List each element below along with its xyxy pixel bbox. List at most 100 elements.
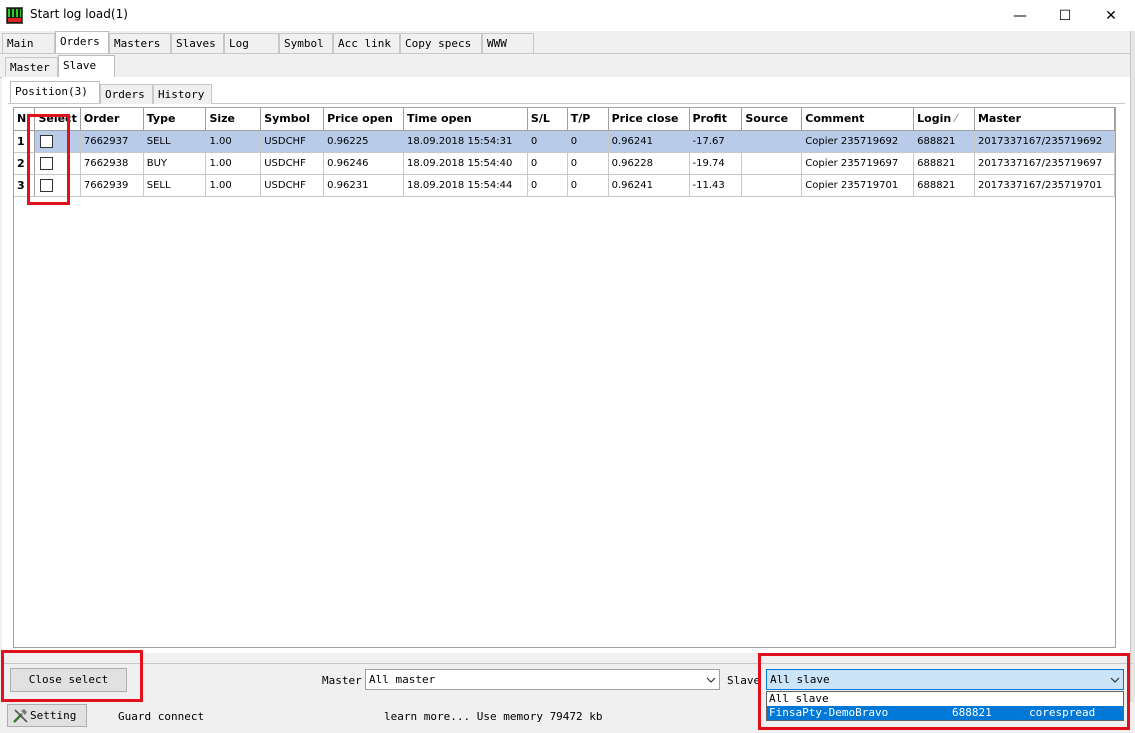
chevron-down-icon: [1106, 670, 1123, 689]
cell-order: 7662939: [80, 174, 144, 197]
guard-status: Guard connect: [118, 710, 205, 723]
col-master[interactable]: Master: [974, 108, 1115, 131]
col-price-close[interactable]: Price close: [608, 108, 690, 131]
tab-log[interactable]: Log: [224, 33, 279, 53]
col-sl[interactable]: S/L: [527, 108, 568, 131]
setting-button[interactable]: Setting: [7, 704, 87, 727]
row-number: 1: [14, 130, 36, 153]
cell-type: SELL: [143, 130, 207, 153]
tab-acc-link[interactable]: Acc link: [333, 33, 400, 53]
table-row[interactable]: 1 7662937 SELL 1.00 USDCHF 0.96225 18.09…: [14, 130, 1115, 153]
cell-profit: -11.43: [689, 174, 743, 197]
cell-login: 688821: [913, 152, 975, 175]
cell-tp: 0: [567, 174, 609, 197]
row-select-checkbox[interactable]: [34, 174, 81, 197]
cell-symbol: USDCHF: [260, 174, 325, 197]
cell-time-open: 18.09.2018 15:54:40: [403, 152, 528, 175]
cell-size: 1.00: [205, 130, 262, 153]
tab-position[interactable]: Position(3): [10, 81, 100, 103]
slave-select[interactable]: All slave: [766, 669, 1124, 690]
row-select-checkbox[interactable]: [34, 152, 81, 175]
tab-symbol[interactable]: Symbol: [279, 33, 333, 53]
tab-inner-orders[interactable]: Orders: [100, 84, 153, 104]
window-edge: [1130, 31, 1135, 733]
slave-label: Slave: [727, 674, 761, 687]
chevron-down-icon: [702, 670, 719, 689]
table-header: N Select Order Type Size Symbol Price op…: [14, 108, 1115, 131]
col-n[interactable]: N: [14, 108, 36, 131]
row-select-checkbox[interactable]: [34, 130, 81, 153]
tab-sub-master[interactable]: Master: [5, 57, 58, 77]
col-order[interactable]: Order: [80, 108, 144, 131]
tab-slaves[interactable]: Slaves: [171, 33, 224, 53]
option-group: corespread: [1029, 706, 1096, 719]
tab-sub-slave[interactable]: Slave: [58, 55, 115, 77]
close-select-button[interactable]: Close select: [10, 668, 127, 692]
col-type[interactable]: Type: [143, 108, 207, 131]
memory-info: learn more... Use memory 79472 kb: [384, 710, 603, 723]
col-select[interactable]: Select: [34, 108, 81, 131]
col-symbol[interactable]: Symbol: [260, 108, 325, 131]
tab-copy-specs[interactable]: Copy specs: [400, 33, 482, 53]
cell-price-close: 0.96241: [608, 174, 690, 197]
setting-label: Setting: [30, 709, 77, 722]
cell-price-open: 0.96225: [323, 130, 405, 153]
tab-orders[interactable]: Orders: [55, 31, 109, 53]
tab-history[interactable]: History: [153, 84, 212, 104]
cell-comment: Copier 235719701: [801, 174, 915, 197]
close-button[interactable]: ✕: [1088, 0, 1134, 31]
col-source[interactable]: Source: [741, 108, 803, 131]
table-row[interactable]: 3 7662939 SELL 1.00 USDCHF 0.96231 18.09…: [14, 174, 1115, 197]
tab-main[interactable]: Main: [2, 33, 55, 53]
col-login[interactable]: Login ⁄: [913, 108, 975, 131]
cell-sl: 0: [527, 174, 568, 197]
cell-source: [741, 152, 803, 175]
sort-indicator-icon: ⁄: [955, 112, 957, 126]
cell-order: 7662938: [80, 152, 144, 175]
cell-master: 2017337167/235719692: [974, 130, 1115, 153]
cell-master: 2017337167/235719701: [974, 174, 1115, 197]
window-title: Start log load(1): [30, 7, 128, 21]
cell-comment: Copier 235719692: [801, 130, 915, 153]
cell-comment: Copier 235719697: [801, 152, 915, 175]
cell-sl: 0: [527, 152, 568, 175]
cell-sl: 0: [527, 130, 568, 153]
slave-dropdown-list: All slave FinsaPty-DemoBravo 688821 core…: [766, 691, 1124, 721]
dropdown-option-all-slave[interactable]: All slave: [767, 692, 1123, 706]
cell-type: SELL: [143, 174, 207, 197]
cell-source: [741, 130, 803, 153]
cell-price-open: 0.96231: [323, 174, 405, 197]
col-tp[interactable]: T/P: [567, 108, 609, 131]
tab-masters[interactable]: Masters: [109, 33, 171, 53]
table-row[interactable]: 2 7662938 BUY 1.00 USDCHF 0.96246 18.09.…: [14, 152, 1115, 175]
cell-price-close: 0.96241: [608, 130, 690, 153]
row-number: 3: [14, 174, 36, 197]
col-comment[interactable]: Comment: [801, 108, 915, 131]
minimize-button[interactable]: —: [997, 0, 1043, 31]
cell-price-close: 0.96228: [608, 152, 690, 175]
master-select[interactable]: All master: [365, 669, 720, 690]
cell-login: 688821: [913, 174, 975, 197]
option-login: 688821: [952, 706, 992, 719]
row-number: 2: [14, 152, 36, 175]
col-time-open[interactable]: Time open: [403, 108, 528, 131]
col-price-open[interactable]: Price open: [323, 108, 405, 131]
cell-profit: -17.67: [689, 130, 743, 153]
cell-symbol: USDCHF: [260, 130, 325, 153]
cell-size: 1.00: [205, 152, 262, 175]
cell-order: 7662937: [80, 130, 144, 153]
positions-grid: N Select Order Type Size Symbol Price op…: [13, 107, 1116, 648]
slave-select-value: All slave: [770, 673, 830, 686]
master-label: Master: [322, 674, 362, 687]
col-size[interactable]: Size: [205, 108, 262, 131]
cell-source: [741, 174, 803, 197]
cell-tp: 0: [567, 152, 609, 175]
col-profit[interactable]: Profit: [689, 108, 743, 131]
cell-profit: -19.74: [689, 152, 743, 175]
maximize-button[interactable]: ☐: [1042, 0, 1088, 31]
tab-www[interactable]: WWW: [482, 33, 534, 53]
cell-type: BUY: [143, 152, 207, 175]
option-name: FinsaPty-DemoBravo: [769, 706, 889, 719]
cell-login: 688821: [913, 130, 975, 153]
dropdown-option-finsapty[interactable]: FinsaPty-DemoBravo 688821 corespread: [767, 706, 1123, 720]
